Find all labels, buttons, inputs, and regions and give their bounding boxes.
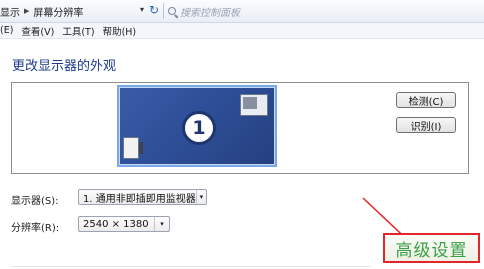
document-thumbnail-icon [123,137,143,159]
breadcrumb-separator-icon: ▶ [24,7,30,15]
chevron-down-icon[interactable]: ▾ [154,217,169,231]
display-select[interactable]: 1. 通用非即插即用监视器 ▾ [78,189,207,205]
menu-item-edit[interactable]: (E) [0,25,13,36]
identify-button[interactable]: 识别(I) [396,117,456,133]
divider [163,3,164,19]
display-select-value: 1. 通用非即插即用监视器 [83,193,196,205]
address-bar: 显示 ▶ 屏幕分辨率 ▾ ↻ 搜索控制面板 [0,0,484,23]
menu-item-tools[interactable]: 工具(T) [62,24,94,38]
breadcrumb-item-display[interactable]: 显示 [0,4,20,19]
detect-button[interactable]: 检测(C) [396,92,456,108]
resolution-label: 分辨率(R): [11,223,60,234]
menu-bar: (E) 查看(V) 工具(T) 帮助(H) [0,23,484,39]
page-title: 更改显示器的外观 [12,59,117,74]
refresh-icon[interactable]: ↻ [149,3,159,17]
advanced-settings-link[interactable]: 高级设置 [383,233,480,263]
display-label: 显示器(S): [11,196,59,207]
resolution-select-value: 2540 × 1380 [83,218,149,230]
monitor-1-tile[interactable]: 1 [117,85,277,167]
breadcrumb[interactable]: 显示 ▶ 屏幕分辨率 [0,3,160,19]
chevron-down-icon[interactable]: ▾ [195,190,206,204]
menu-item-view[interactable]: 查看(V) [21,24,54,38]
address-dropdown-icon[interactable]: ▾ [140,5,144,14]
window-thumbnail-icon [240,94,268,116]
search-icon [168,7,176,15]
resolution-select[interactable]: 2540 × 1380 ▾ [78,216,170,232]
breadcrumb-item-resolution[interactable]: 屏幕分辨率 [33,4,83,19]
search-input[interactable]: 搜索控制面板 [180,4,240,19]
search-box[interactable]: 搜索控制面板 [166,3,346,19]
menu-item-help[interactable]: 帮助(H) [103,24,137,38]
monitor-number-badge: 1 [182,111,216,145]
divider [11,266,371,267]
